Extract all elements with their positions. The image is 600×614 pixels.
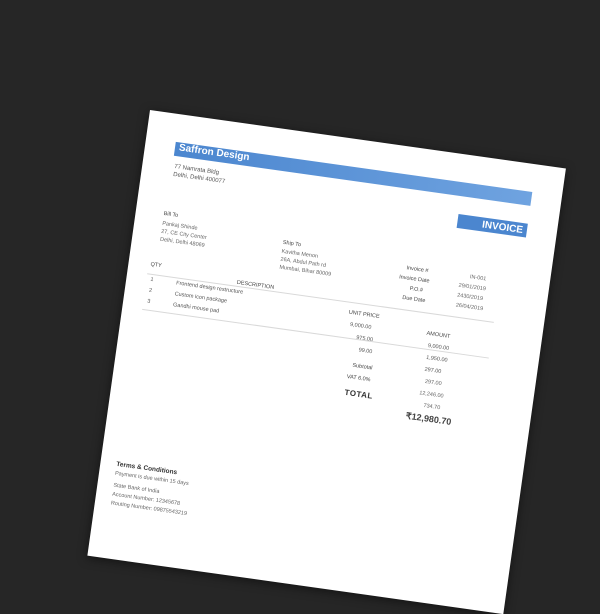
row-qty: 1: [149, 276, 154, 284]
total-label: TOTAL: [343, 387, 374, 401]
invoice-number-label: Invoice #: [406, 265, 429, 275]
invoice-date-value: 29/01/2019: [458, 282, 487, 293]
invoice-document: Saffron Design 77 Namrata Bldg Delhi, De…: [87, 110, 566, 614]
po-label: P.O.#: [409, 285, 424, 294]
row-qty: 3: [146, 298, 151, 305]
invoice-number-value: IN-001: [469, 274, 487, 283]
total-value: ₹12,980.70: [405, 410, 452, 427]
row-qty: 2: [148, 287, 153, 294]
row-description: Gandhi mouse pad: [172, 302, 220, 315]
subtotal-value: 297.00: [424, 378, 442, 388]
vat-value: 734.70: [423, 402, 441, 412]
row-amount: 1,950.00: [425, 354, 448, 364]
bill-to-heading: Bill To: [163, 210, 179, 219]
qty-header: QTY: [150, 261, 163, 270]
subtotal-label: Subtotal: [351, 362, 373, 372]
invoice-date-label: Invoice Date: [398, 274, 430, 285]
due-date-value: 26/04/2019: [455, 302, 484, 313]
subtotal-value-2: 12,246.00: [418, 390, 444, 400]
row-unit-price: 99.00: [358, 347, 373, 356]
due-date-label: Due Date: [401, 294, 426, 305]
vat-label: VAT 6.0%: [346, 374, 371, 384]
amount-header: AMOUNT: [426, 330, 451, 340]
row-unit-price: 9,000.00: [349, 321, 372, 331]
row-amount: 297.00: [424, 366, 442, 376]
ship-to-heading: Ship To: [282, 239, 302, 249]
unit-price-header: UNIT PRICE: [348, 309, 380, 320]
po-value: 2430/2019: [456, 292, 484, 303]
